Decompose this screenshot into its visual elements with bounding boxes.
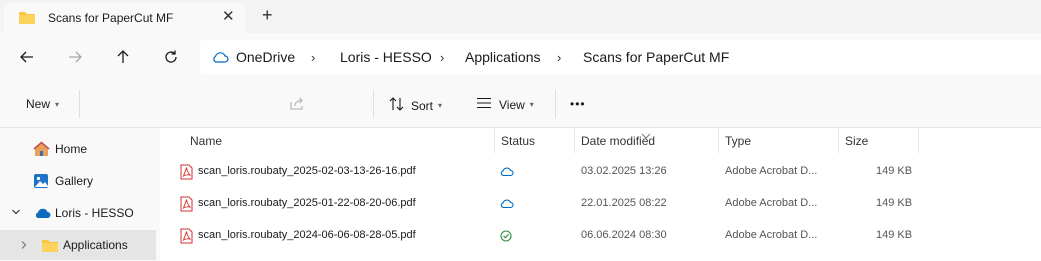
- breadcrumb-onedrive[interactable]: OneDrive: [236, 49, 295, 65]
- sidebar-item-label: Applications: [63, 238, 128, 252]
- column-divider[interactable]: [494, 128, 495, 153]
- breadcrumb-separator[interactable]: ›: [311, 50, 315, 65]
- file-row[interactable]: scan_loris.roubaty_2025-01-22-08-20-06.p…: [160, 188, 1041, 220]
- file-row[interactable]: scan_loris.roubaty_2024-06-06-08-28-05.p…: [160, 220, 1041, 252]
- navigation-bar: OneDrive › Loris - HESSO › Applications …: [0, 33, 1041, 80]
- column-divider[interactable]: [918, 128, 919, 153]
- forward-button[interactable]: [63, 45, 87, 69]
- file-name: scan_loris.roubaty_2025-01-22-08-20-06.p…: [198, 197, 416, 209]
- column-divider[interactable]: [838, 128, 839, 153]
- address-bar[interactable]: OneDrive › Loris - HESSO › Applications …: [200, 40, 1041, 74]
- file-date-modified: 03.02.2025 13:26: [581, 165, 667, 177]
- tab-title: Scans for PaperCut MF: [48, 11, 174, 25]
- column-header-type[interactable]: Type: [725, 134, 751, 148]
- breadcrumb-scans-for-papercut[interactable]: Scans for PaperCut MF: [583, 49, 729, 65]
- column-divider[interactable]: [574, 128, 575, 153]
- sidebar-item-home[interactable]: Home: [0, 134, 156, 164]
- file-row[interactable]: scan_loris.roubaty_2025-02-03-13-26-16.p…: [160, 156, 1041, 188]
- more-options-button[interactable]: •••: [570, 97, 586, 111]
- file-size: 149 KB: [876, 165, 913, 177]
- divider: [373, 90, 374, 118]
- view-button[interactable]: View ▾: [476, 97, 534, 112]
- chevron-down-icon: ▾: [438, 101, 443, 110]
- column-header-size[interactable]: Size: [845, 134, 868, 148]
- breadcrumb-separator[interactable]: ›: [557, 50, 561, 65]
- sidebar-item-label: Loris - HESSO: [55, 206, 134, 220]
- arrow-right-icon: [69, 51, 82, 63]
- chevron-down-icon: ▾: [55, 99, 60, 109]
- tab-scans-for-papercut[interactable]: Scans for PaperCut MF ✕: [4, 3, 246, 33]
- file-date-modified: 22.01.2025 08:22: [581, 197, 667, 209]
- file-type: Adobe Acrobat D...: [725, 197, 818, 209]
- breadcrumb-separator[interactable]: ›: [440, 50, 444, 65]
- breadcrumb-applications[interactable]: Applications: [465, 49, 541, 65]
- arrow-up-icon: [117, 50, 129, 63]
- sidebar-item-gallery[interactable]: Gallery: [0, 166, 156, 196]
- back-button[interactable]: [15, 45, 39, 69]
- arrow-left-icon: [20, 51, 33, 63]
- file-type: Adobe Acrobat D...: [725, 229, 818, 241]
- divider: [79, 90, 80, 118]
- file-date-modified: 06.06.2024 08:30: [581, 229, 667, 241]
- column-header-name[interactable]: Name: [190, 134, 222, 148]
- folder-icon: [41, 238, 59, 256]
- file-name: scan_loris.roubaty_2024-06-06-08-28-05.p…: [198, 229, 416, 241]
- column-header-date[interactable]: Date modified: [581, 134, 655, 148]
- chevron-down-icon[interactable]: [11, 207, 21, 219]
- breadcrumb-loris-hesso[interactable]: Loris - HESSO: [340, 49, 432, 65]
- new-tab-button[interactable]: +: [262, 6, 273, 24]
- column-header-status[interactable]: Status: [501, 134, 535, 148]
- tab-strip: Scans for PaperCut MF ✕ +: [0, 0, 1041, 33]
- sidebar-item-label: Gallery: [55, 174, 94, 188]
- file-name: scan_loris.roubaty_2025-02-03-13-26-16.p…: [198, 165, 416, 177]
- gallery-icon: [33, 173, 49, 192]
- file-list: Name Status Date modified Type Size scan…: [160, 128, 1041, 261]
- sidebar-item-loris-hesso[interactable]: Loris - HESSO: [0, 198, 156, 228]
- pdf-icon: [180, 228, 193, 247]
- navigation-pane: Home Gallery Loris - HESSO Applications: [0, 128, 160, 261]
- new-label: New: [26, 97, 51, 111]
- folder-icon: [18, 10, 36, 28]
- file-type: Adobe Acrobat D...: [725, 165, 818, 177]
- chevron-right-icon[interactable]: [19, 239, 29, 253]
- sort-button[interactable]: Sort ▾: [389, 97, 442, 114]
- column-divider[interactable]: [718, 128, 719, 153]
- refresh-button[interactable]: [159, 45, 183, 69]
- file-size: 149 KB: [876, 229, 913, 241]
- view-label: View: [499, 97, 525, 112]
- cloud-status-icon: [500, 166, 514, 180]
- share-icon[interactable]: [289, 97, 305, 114]
- view-icon: [476, 97, 492, 112]
- onedrive-icon: [33, 207, 51, 222]
- up-button[interactable]: [111, 45, 135, 69]
- refresh-icon: [165, 50, 177, 63]
- check-circle-icon: [500, 230, 512, 245]
- pdf-icon: [180, 196, 193, 215]
- sort-label: Sort: [411, 98, 434, 113]
- close-icon[interactable]: ✕: [222, 9, 235, 24]
- sidebar-item-applications[interactable]: Applications: [0, 230, 156, 260]
- sort-icon: [389, 97, 405, 114]
- file-size: 149 KB: [876, 197, 913, 209]
- pdf-icon: [180, 164, 193, 183]
- sidebar-item-label: Home: [55, 142, 88, 156]
- chevron-down-icon: ▾: [529, 100, 534, 109]
- cloud-icon: [211, 50, 229, 67]
- new-button[interactable]: New ▾: [26, 97, 59, 111]
- cloud-status-icon: [500, 198, 514, 212]
- command-bar: New ▾ Sort ▾ View ▾ •••: [0, 80, 1041, 128]
- divider: [555, 90, 556, 118]
- home-icon: [33, 141, 50, 160]
